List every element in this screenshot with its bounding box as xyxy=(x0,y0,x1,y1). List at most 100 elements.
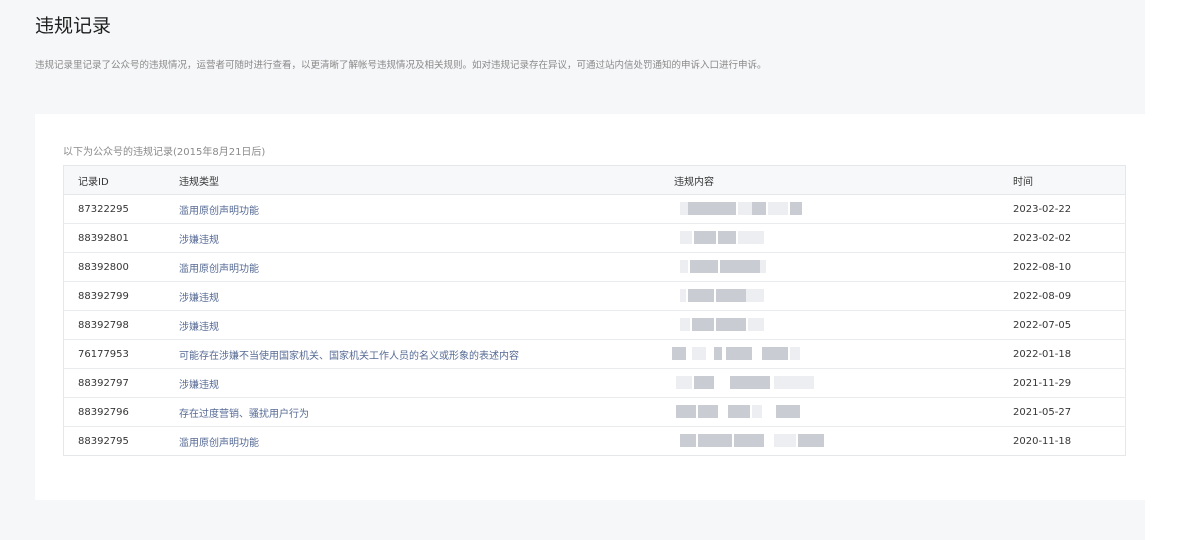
mosaic-block xyxy=(752,202,766,215)
table-row: 88392795 滥用原创声明功能 2020-11-18 xyxy=(64,427,1126,456)
mosaic-block xyxy=(692,318,714,331)
redacted-content-mosaic xyxy=(664,282,1013,310)
column-header-content: 违规内容 xyxy=(674,165,1013,195)
record-time-cell: 2020-11-18 xyxy=(1013,435,1072,447)
record-time-cell: 2022-08-10 xyxy=(1013,252,1126,282)
violation-content-cell xyxy=(674,252,1013,282)
table-row: 87322295 滥用原创声明功能 2023-02-22 xyxy=(63,194,1126,224)
record-id-cell: 88392797 xyxy=(63,368,179,398)
mosaic-block xyxy=(676,405,696,418)
record-id-cell: 88392800 xyxy=(63,252,179,282)
redacted-content-mosaic xyxy=(664,253,1013,281)
record-id-cell: 88392801 xyxy=(63,223,179,253)
mosaic-block xyxy=(728,405,750,418)
table-row: 88392799 涉嫌违规 2022-08-09 xyxy=(63,281,1126,311)
mosaic-block xyxy=(720,260,760,273)
table-row: 76177953 可能存在涉嫌不当使用国家机关、国家机关工作人员的名义或形象的表述… xyxy=(63,339,1126,369)
mosaic-block xyxy=(790,347,800,360)
violation-content-cell xyxy=(674,194,1013,224)
redacted-content-mosaic xyxy=(664,224,1013,252)
mosaic-block xyxy=(680,289,686,302)
mosaic-block xyxy=(798,434,824,447)
violation-type-cell: 滥用原创声明功能 xyxy=(179,194,674,224)
record-id-cell: 87322295 xyxy=(63,194,179,224)
table-header-row: 记录ID 违规类型 违规内容 时间 xyxy=(63,165,1126,195)
redacted-content-mosaic xyxy=(664,195,1013,223)
column-header-id: 记录ID xyxy=(63,165,179,195)
violation-type-cell: 存在过度营销、骚扰用户行为 xyxy=(179,397,674,427)
record-time-cell: 2023-02-02 xyxy=(1013,223,1126,253)
column-header-time: 时间 xyxy=(1013,165,1126,195)
table-row: 88392798 涉嫌违规 2022-07-05 xyxy=(63,310,1126,340)
table-row: 88392797 涉嫌违规 2021-11-29 xyxy=(63,368,1126,398)
record-time-cell: 2023-02-22 xyxy=(1013,194,1126,224)
violation-content-cell xyxy=(674,368,1013,398)
table-caption: 以下为公众号的违规记录(2015年8月21日后) xyxy=(63,147,266,158)
mosaic-block xyxy=(676,376,692,389)
violation-type-text: 涉嫌违规 xyxy=(179,321,219,333)
violation-type-text: 滥用原创声明功能 xyxy=(179,205,259,217)
mosaic-block xyxy=(738,202,752,215)
page-title: 违规记录 xyxy=(35,15,112,37)
violation-content-cell xyxy=(674,427,1013,456)
violation-type-text: 涉嫌违规 xyxy=(179,292,219,304)
mosaic-block xyxy=(760,260,766,273)
column-header-type: 违规类型 xyxy=(179,165,674,195)
mosaic-block xyxy=(692,347,706,360)
table-row: 88392796 存在过度营销、骚扰用户行为 2021-05-27 xyxy=(63,397,1126,427)
mosaic-block xyxy=(688,289,714,302)
violation-type-cell: 涉嫌违规 xyxy=(179,281,674,311)
record-time-cell: 2022-07-05 xyxy=(1013,310,1126,340)
record-time-cell: 2021-11-29 xyxy=(1013,368,1126,398)
violation-content-cell xyxy=(674,281,1013,311)
violation-type-cell: 滥用原创声明功能 xyxy=(179,427,674,456)
record-time-cell: 2022-08-09 xyxy=(1013,281,1126,311)
mosaic-block xyxy=(672,347,686,360)
record-id-cell: 88392795 xyxy=(78,435,129,447)
mosaic-block xyxy=(694,231,716,244)
mosaic-block xyxy=(752,405,762,418)
mosaic-block xyxy=(718,231,736,244)
mosaic-block xyxy=(694,376,714,389)
mosaic-block xyxy=(730,376,770,389)
mosaic-block xyxy=(774,434,796,447)
mosaic-block xyxy=(746,289,764,302)
violation-type-text: 存在过度营销、骚扰用户行为 xyxy=(179,408,309,420)
mosaic-block xyxy=(690,260,718,273)
record-id-cell: 88392798 xyxy=(63,310,179,340)
mosaic-block xyxy=(688,202,736,215)
redacted-content-mosaic xyxy=(664,369,1013,397)
violation-content-cell xyxy=(674,223,1013,253)
violation-type-text: 滥用原创声明功能 xyxy=(179,263,259,275)
records-card: 以下为公众号的违规记录(2015年8月21日后) 记录ID 违规类型 违规内容 … xyxy=(35,114,1145,500)
mosaic-block xyxy=(680,260,688,273)
mosaic-block xyxy=(738,231,764,244)
record-time-cell: 2022-01-18 xyxy=(1013,339,1126,369)
record-id-cell: 88392796 xyxy=(63,397,179,427)
page-description: 违规记录里记录了公众号的违规情况，运营者可随时进行查看，以更清晰了解帐号违规情况… xyxy=(35,60,767,71)
violation-content-cell xyxy=(672,339,1013,369)
violation-type-cell: 涉嫌违规 xyxy=(179,368,674,398)
violation-type-cell: 可能存在涉嫌不当使用国家机关、国家机关工作人员的名义或形象的表述内容 xyxy=(179,339,674,369)
mosaic-block xyxy=(774,376,814,389)
record-id-cell: 88392799 xyxy=(63,281,179,311)
mosaic-block xyxy=(680,231,692,244)
mosaic-block xyxy=(716,289,746,302)
violation-content-cell xyxy=(674,310,1013,340)
table-row: 88392801 涉嫌违规 2023-02-02 xyxy=(63,223,1126,253)
mosaic-block xyxy=(680,202,688,215)
mosaic-block xyxy=(776,405,800,418)
mosaic-block xyxy=(716,318,746,331)
mosaic-block xyxy=(748,318,764,331)
record-id-cell: 76177953 xyxy=(63,339,179,369)
redacted-content-mosaic xyxy=(664,340,1013,368)
violation-type-text: 可能存在涉嫌不当使用国家机关、国家机关工作人员的名义或形象的表述内容 xyxy=(179,350,519,362)
mosaic-block xyxy=(726,347,752,360)
violation-content-cell xyxy=(674,397,1013,427)
mosaic-block xyxy=(790,202,802,215)
violation-type-text: 滥用原创声明功能 xyxy=(179,437,259,449)
table-row: 88392800 滥用原创声明功能 2022-08-10 xyxy=(63,252,1126,282)
mosaic-block xyxy=(762,347,788,360)
record-time-cell: 2021-05-27 xyxy=(1013,397,1126,427)
violation-type-cell: 滥用原创声明功能 xyxy=(179,252,674,282)
